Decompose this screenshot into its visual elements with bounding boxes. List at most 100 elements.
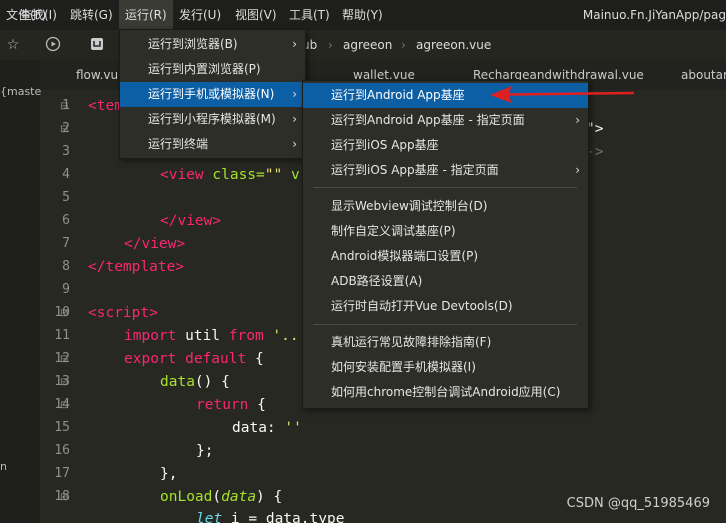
code-token: v bbox=[282, 167, 300, 183]
code-token: export default bbox=[124, 351, 247, 367]
menu-item-label: 运行到终端 bbox=[148, 137, 209, 151]
line-number: 17 bbox=[54, 466, 70, 481]
line-number: 16 bbox=[54, 443, 70, 458]
fold-toggle-icon[interactable]: ⊟ bbox=[60, 354, 68, 365]
menu-item-chrome-debug[interactable]: 如何用chrome控制台调试Android应用(C) bbox=[303, 380, 588, 405]
project-panel: {maste n bbox=[0, 60, 42, 523]
menu-item-label: 运行到iOS App基座 - 指定页面 bbox=[331, 163, 499, 177]
menu-tools[interactable]: 工具(T) bbox=[283, 0, 336, 30]
breadcrumb-file[interactable]: agreeon.vue bbox=[416, 30, 491, 60]
code-token: data: bbox=[232, 420, 285, 436]
menu-view[interactable]: 视图(V) bbox=[229, 0, 283, 30]
code-token: '' bbox=[284, 420, 302, 436]
menu-item-run-phone[interactable]: 运行到手机或模拟器(N) › bbox=[120, 82, 305, 107]
fold-toggle-icon[interactable]: ⊟ bbox=[60, 492, 68, 503]
code-token: '.. bbox=[263, 328, 299, 344]
tree-fragment: n bbox=[0, 460, 7, 473]
line-number: 4 bbox=[62, 167, 70, 182]
menu-item-run-ios[interactable]: 运行到iOS App基座 bbox=[303, 133, 588, 158]
line-gutter: 1 2 3 4 5 6 7 8 9 10 11 12 13 14 15 16 1… bbox=[40, 90, 87, 523]
code-token: <tem bbox=[88, 98, 123, 114]
code-token: }, bbox=[160, 466, 178, 482]
menu-goto[interactable]: 跳转(G) bbox=[64, 0, 119, 30]
line-number: 3 bbox=[62, 144, 70, 159]
menu-item-troubleshoot[interactable]: 真机运行常见故障排除指南(F) bbox=[303, 330, 588, 355]
breadcrumb-chevron-icon: › bbox=[401, 38, 406, 52]
code-line: }; bbox=[196, 443, 213, 459]
fold-toggle-icon[interactable]: ⊟ bbox=[60, 124, 68, 135]
project-icon[interactable] bbox=[88, 36, 106, 54]
code-token: data bbox=[160, 374, 195, 390]
code-line: </view> bbox=[160, 213, 221, 229]
code-line: return { bbox=[196, 397, 266, 413]
breadcrumb-folder[interactable]: agreeon bbox=[343, 30, 392, 60]
menu-item-label: 运行时自动打开Vue Devtools(D) bbox=[331, 299, 513, 313]
code-token: </template> bbox=[88, 259, 185, 275]
menu-item-webview-console[interactable]: 显示Webview调试控制台(D) bbox=[303, 194, 588, 219]
code-line: let i = data.type bbox=[196, 511, 344, 523]
code-line: </view> bbox=[124, 236, 185, 252]
chevron-right-icon: › bbox=[575, 163, 580, 177]
code-line: onLoad(data) { bbox=[160, 489, 282, 505]
menu-find[interactable]: 查找(I) bbox=[14, 0, 63, 30]
fold-toggle-icon[interactable]: ⊟ bbox=[60, 400, 68, 411]
menu-divider bbox=[313, 187, 577, 188]
code-token: <view bbox=[160, 167, 204, 183]
menu-item-label: 运行到手机或模拟器(N) bbox=[148, 87, 275, 101]
fold-toggle-icon[interactable]: ⊟ bbox=[60, 308, 68, 319]
code-token: </view> bbox=[124, 236, 186, 252]
menu-publish[interactable]: 发行(U) bbox=[173, 0, 227, 30]
fold-toggle-icon[interactable]: ⊟ bbox=[60, 101, 68, 112]
play-circle-icon[interactable] bbox=[44, 36, 62, 54]
menu-help[interactable]: 帮助(Y) bbox=[336, 0, 389, 30]
line-number: 5 bbox=[62, 190, 70, 205]
branch-label: {maste bbox=[0, 85, 42, 98]
menu-item-label: 如何用chrome控制台调试Android应用(C) bbox=[331, 385, 561, 399]
menu-item-run-ios-page[interactable]: 运行到iOS App基座 - 指定页面 › bbox=[303, 158, 588, 183]
fold-toggle-icon[interactable]: ⊟ bbox=[60, 377, 68, 388]
menu-item-run-miniprogram[interactable]: 运行到小程序模拟器(M) › bbox=[120, 107, 305, 132]
menu-item-install-emulator[interactable]: 如何安装配置手机模拟器(I) bbox=[303, 355, 588, 380]
tab-about[interactable]: aboutar bbox=[681, 60, 726, 90]
code-token: class= bbox=[203, 167, 265, 183]
menu-bar: 文件(F) 查找(I) 跳转(G) 运行(R) 发行(U) 视图(V) 工具(T… bbox=[0, 0, 726, 30]
code-line: data() { bbox=[160, 374, 230, 390]
code-token: { bbox=[246, 351, 264, 367]
code-token: ) { bbox=[256, 489, 283, 505]
phone-submenu: 运行到Android App基座 运行到Android App基座 - 指定页面… bbox=[302, 80, 589, 409]
menu-item-run-browser[interactable]: 运行到浏览器(B) › bbox=[120, 32, 305, 57]
code-token: util bbox=[176, 328, 229, 344]
code-token: }; bbox=[196, 443, 214, 459]
menu-item-label: 运行到小程序模拟器(M) bbox=[148, 112, 276, 126]
menu-item-run-android-page[interactable]: 运行到Android App基座 - 指定页面 › bbox=[303, 108, 588, 133]
menu-item-custom-base[interactable]: 制作自定义调试基座(P) bbox=[303, 219, 588, 244]
chevron-right-icon: › bbox=[292, 37, 297, 51]
menu-divider bbox=[313, 324, 577, 325]
run-menu: 运行到浏览器(B) › 运行到内置浏览器(P) 运行到手机或模拟器(N) › 运行到… bbox=[119, 29, 306, 159]
code-token: () { bbox=[194, 374, 230, 390]
code-line: import util from '.. bbox=[124, 328, 299, 344]
code-line: export default { bbox=[124, 351, 264, 367]
code-line: data: '' bbox=[232, 420, 302, 436]
menu-item-run-terminal[interactable]: 运行到终端 › bbox=[120, 132, 305, 157]
code-line: <tem bbox=[88, 98, 123, 114]
code-token: import bbox=[124, 328, 177, 344]
menu-item-label: 运行到内置浏览器(P) bbox=[148, 62, 261, 76]
chevron-right-icon: › bbox=[292, 112, 297, 126]
menu-item-adb-path[interactable]: ADB路径设置(A) bbox=[303, 269, 588, 294]
code-token: data bbox=[221, 489, 257, 505]
menu-item-label: 运行到iOS App基座 bbox=[331, 138, 439, 152]
toolbar: ☆ ub › agreeon › agreeon.vue bbox=[0, 30, 726, 60]
menu-run[interactable]: 运行(R) bbox=[119, 0, 173, 30]
menu-item-run-builtin-browser[interactable]: 运行到内置浏览器(P) bbox=[120, 57, 305, 82]
menu-item-vue-devtools[interactable]: 运行时自动打开Vue Devtools(D) bbox=[303, 294, 588, 319]
menu-item-label: 运行到Android App基座 bbox=[331, 88, 465, 102]
line-number: 6 bbox=[62, 213, 70, 228]
code-token: </view> bbox=[160, 213, 222, 229]
menu-item-label: Android模拟器端口设置(P) bbox=[331, 249, 478, 263]
chevron-right-icon: › bbox=[575, 113, 580, 127]
code-line: <script> bbox=[88, 305, 158, 321]
menu-item-emulator-port[interactable]: Android模拟器端口设置(P) bbox=[303, 244, 588, 269]
star-icon[interactable]: ☆ bbox=[4, 36, 22, 54]
line-number: 9 bbox=[62, 282, 70, 297]
